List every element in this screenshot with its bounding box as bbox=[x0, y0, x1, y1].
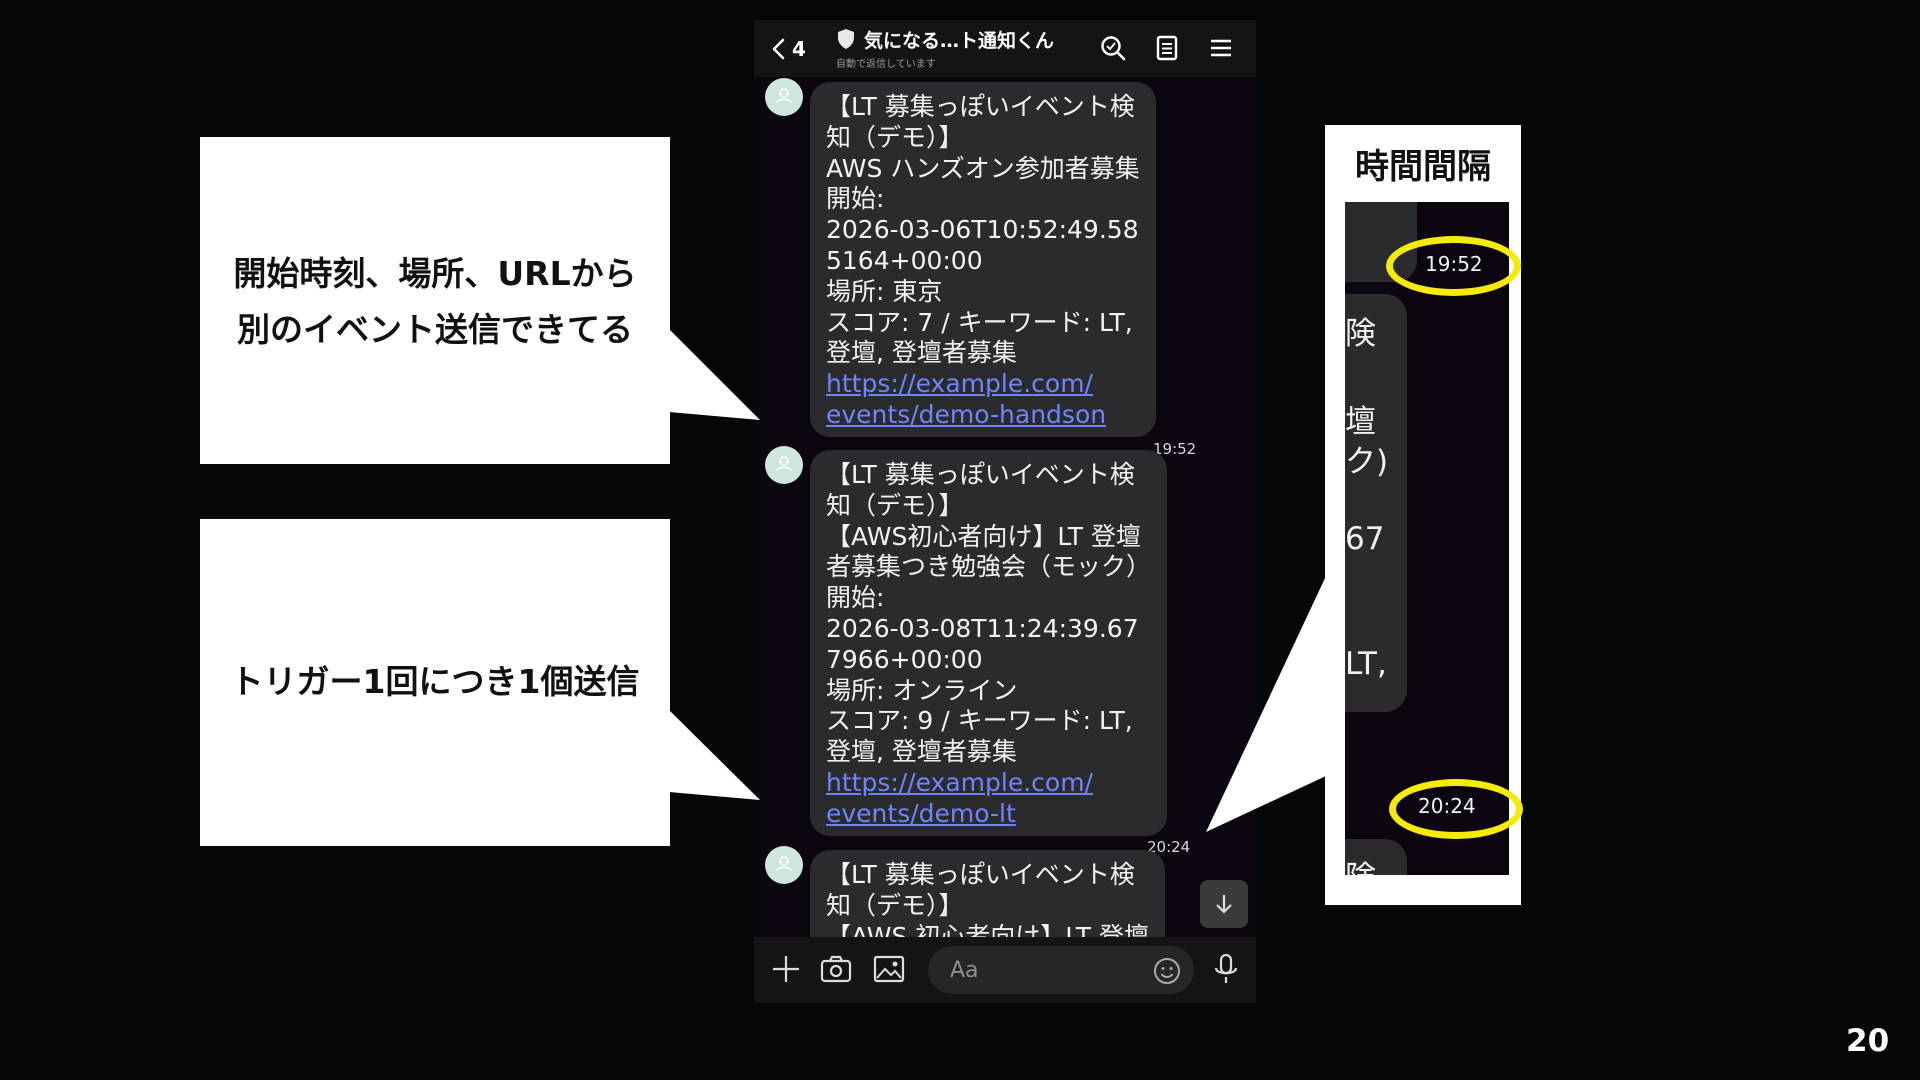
zoom-fragment: 険 bbox=[1345, 852, 1376, 875]
message-line: 【LT 募集っぽいイベント検 bbox=[826, 460, 1135, 489]
message-input[interactable]: Aa bbox=[928, 946, 1194, 994]
event-link[interactable]: events/demo-lt bbox=[826, 799, 1151, 830]
time-highlight-ring bbox=[1386, 236, 1521, 296]
plus-icon bbox=[773, 956, 799, 982]
zoomed-chat-crop: 険 壇 ク) 67 LT, 険 19:52 20:24 bbox=[1345, 202, 1509, 875]
menu-button[interactable] bbox=[1206, 33, 1236, 63]
callout-line: トリガー1回につき1個送信 bbox=[230, 662, 640, 701]
voice-button[interactable] bbox=[1208, 951, 1244, 987]
user-icon bbox=[776, 88, 792, 104]
message-line: 知（デモ）】 bbox=[826, 122, 964, 152]
image-icon bbox=[873, 955, 905, 983]
message-bubble: 【LT 募集っぽいイベント検 知（デモ）】 【AWS初心者向け】LT 登壇 者募… bbox=[810, 450, 1168, 836]
event-link[interactable]: https://example.com/ bbox=[826, 768, 1151, 799]
message-line: 5164+00:00 bbox=[826, 245, 983, 275]
message-line: 場所: 東京 bbox=[826, 276, 943, 306]
chat-header: 4 気になる…ト通知くん 自動で返信しています bbox=[754, 20, 1256, 77]
search-icon bbox=[1101, 36, 1126, 61]
callout-box: 開始時刻、場所、URLから 別のイベント送信できてる bbox=[200, 137, 670, 464]
page-number: 20 bbox=[1846, 1023, 1890, 1059]
message-line: スコア: 7 / キーワード: LT, bbox=[826, 307, 1133, 337]
camera-button[interactable] bbox=[818, 951, 854, 987]
message-line: 2026-03-08T11:24:39.67 bbox=[826, 613, 1139, 643]
zoom-fragment: LT, bbox=[1345, 646, 1387, 682]
event-link[interactable]: https://example.com/ bbox=[826, 369, 1140, 400]
message-line: 知（デモ）】 bbox=[826, 890, 964, 920]
bot-avatar bbox=[765, 78, 803, 116]
message-line: AWS ハンズオン参加者募集 bbox=[826, 153, 1140, 183]
message-line: 場所: オンライン bbox=[826, 675, 1018, 705]
bot-avatar bbox=[765, 446, 803, 484]
interval-panel: 時間間隔 険 壇 ク) 67 LT, 険 19:52 20:24 bbox=[1325, 125, 1523, 905]
message-line: 【LT 募集っぽいイベント検 bbox=[826, 860, 1135, 889]
time-highlight-ring bbox=[1389, 779, 1523, 839]
message-input-placeholder: Aa bbox=[950, 958, 979, 983]
zoom-fragment: 険 bbox=[1345, 316, 1376, 352]
chat-screen: 4 気になる…ト通知くん 自動で返信しています 【LT 募集っぽいイベント検 知… bbox=[754, 20, 1256, 1003]
back-button[interactable]: 4 bbox=[770, 34, 814, 64]
arrow-down-icon bbox=[1216, 895, 1232, 914]
microphone-icon bbox=[1214, 953, 1238, 983]
chat-status: 自動で返信しています bbox=[836, 59, 936, 70]
user-icon bbox=[776, 856, 792, 872]
chat-title: 気になる…ト通知くん bbox=[864, 30, 1055, 52]
message-line: 者募集つき勉強会（モック） bbox=[826, 552, 1152, 582]
message-line: 開始: bbox=[826, 583, 885, 613]
image-button[interactable] bbox=[871, 951, 907, 987]
zoom-fragment: ク) bbox=[1345, 444, 1389, 480]
notes-button[interactable] bbox=[1152, 33, 1182, 63]
message-line: 知（デモ）】 bbox=[826, 490, 964, 520]
interval-title: 時間間隔 bbox=[1355, 147, 1491, 187]
message-line: 【LT 募集っぽいイベント検 bbox=[826, 92, 1135, 121]
chevron-left-icon bbox=[772, 38, 785, 60]
callout-line: 開始時刻、場所、URLから bbox=[233, 254, 637, 293]
zoom-fragment: 壇 bbox=[1345, 404, 1376, 440]
message-bubble: 【LT 募集っぽいイベント検 知（デモ）】 AWS ハンズオン参加者募集 開始:… bbox=[810, 82, 1156, 437]
emoji-icon[interactable] bbox=[1152, 956, 1182, 986]
add-button[interactable] bbox=[768, 951, 804, 987]
notes-icon bbox=[1156, 35, 1178, 61]
message-line: 2026-03-06T10:52:49.58 bbox=[826, 215, 1139, 245]
shield-icon bbox=[838, 29, 854, 49]
camera-icon bbox=[820, 955, 852, 983]
hamburger-icon bbox=[1211, 39, 1231, 57]
message-line: 登壇, 登壇者募集 bbox=[826, 737, 1017, 767]
message-line: 7966+00:00 bbox=[826, 644, 983, 674]
message-line: 登壇, 登壇者募集 bbox=[826, 338, 1017, 368]
unread-count: 4 bbox=[792, 37, 806, 61]
callout-box: トリガー1回につき1個送信 bbox=[200, 519, 670, 846]
chat-input-bar: Aa bbox=[754, 937, 1256, 1003]
callout-line: 別のイベント送信できてる bbox=[237, 310, 633, 349]
zoom-fragment: 67 bbox=[1345, 521, 1385, 557]
scroll-to-bottom-button[interactable] bbox=[1200, 880, 1248, 928]
message-line: スコア: 9 / キーワード: LT, bbox=[826, 706, 1133, 736]
message-line: 【AWS初心者向け】LT 登壇 bbox=[826, 521, 1142, 551]
event-link[interactable]: events/demo-handson bbox=[826, 400, 1140, 431]
bot-avatar bbox=[765, 846, 803, 884]
user-icon bbox=[776, 456, 792, 472]
message-line: 開始: bbox=[826, 184, 885, 214]
search-button[interactable] bbox=[1098, 33, 1128, 63]
